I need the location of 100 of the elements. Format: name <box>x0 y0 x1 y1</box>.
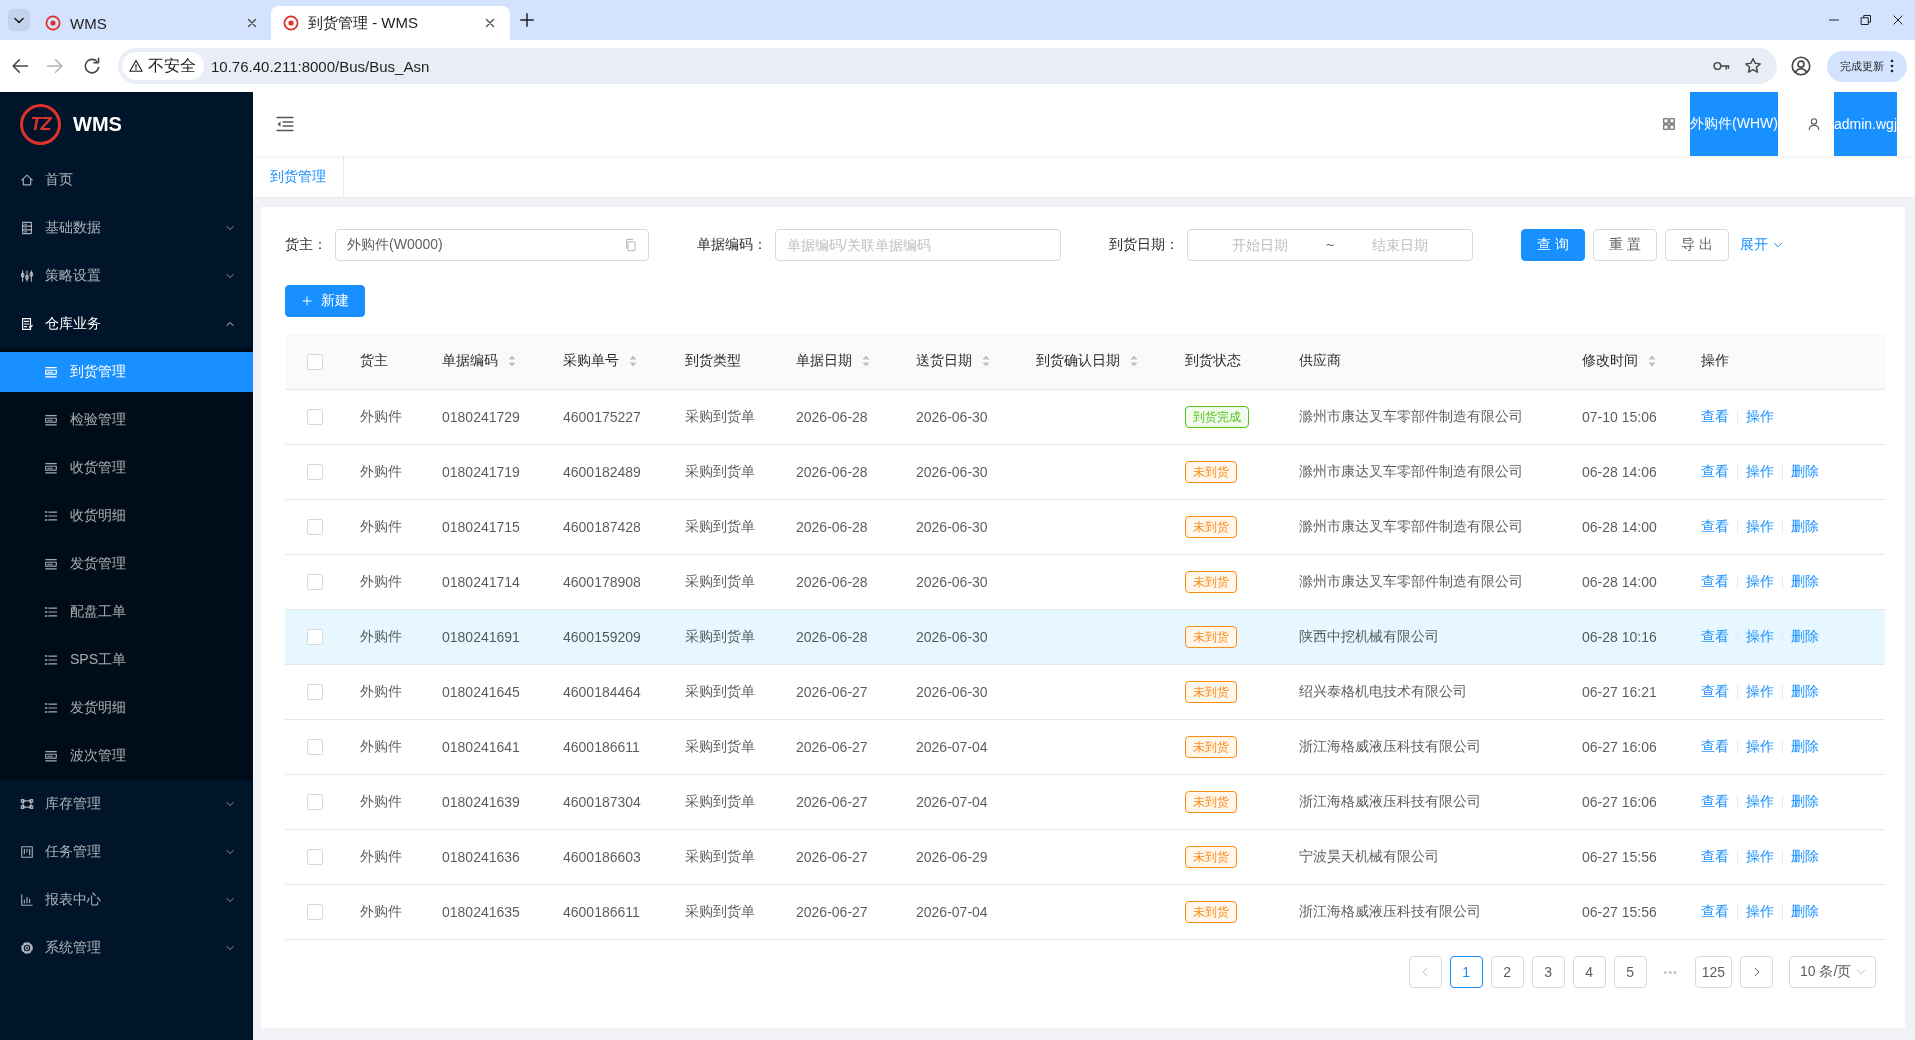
page-button[interactable]: 2 <box>1490 955 1524 988</box>
user-icon[interactable] <box>1806 117 1821 131</box>
submenu-item[interactable]: 波次管理 <box>0 736 253 776</box>
chevron-down-icon[interactable] <box>8 9 30 31</box>
next-page-button[interactable] <box>1740 955 1773 988</box>
row-checkbox[interactable] <box>306 574 323 591</box>
filter-button[interactable]: 重 置 <box>1592 229 1657 261</box>
update-button[interactable]: 完成更新 <box>1827 50 1907 82</box>
table-row[interactable]: 外购件 0180241715 4600187428 采购到货单 2026-06-28 2026-06-30 未到货 滁州市康达叉车零部件制造有限公司 06-28 14:00 查看 操作 删除 <box>285 499 1885 554</box>
address-bar[interactable]: 不安全 10.76.40.211:8000/Bus/Bus_Asn <box>118 48 1777 84</box>
page-button[interactable]: 4 <box>1572 955 1606 988</box>
submenu-item[interactable]: SPS工单 <box>0 640 253 680</box>
table-cell: 外购件 <box>344 499 426 554</box>
page-button[interactable]: 5 <box>1613 955 1647 988</box>
menu-item[interactable]: 首页 <box>0 160 253 200</box>
table-cell: 外购件 <box>344 774 426 829</box>
table-cell: 2026-06-30 <box>900 444 1020 499</box>
menu-item[interactable]: 报表中心 <box>0 880 253 920</box>
reload-icon[interactable] <box>82 56 102 76</box>
table-cell: 2026-07-04 <box>900 774 1020 829</box>
select-all-checkbox[interactable] <box>306 353 323 370</box>
table-row[interactable]: 外购件 0180241635 4600186611 采购到货单 2026-06-27 2026-07-04 未到货 浙江海格威液压科技有限公司 06-27 15:56 查看 操作 删除 <box>285 884 1885 939</box>
back-arrow-icon[interactable] <box>10 56 30 76</box>
restore-icon[interactable] <box>1860 14 1872 26</box>
menu-item[interactable]: 库存管理 <box>0 784 253 824</box>
table-row[interactable]: 外购件 0180241729 4600175227 采购到货单 2026-06-28 2026-06-30 到货完成 滁州市康达叉车零部件制造有限公司 07-10 15:06 查看 操作 <box>285 389 1885 444</box>
document-number-field[interactable]: 单据编码/关联单据编码 <box>775 229 1061 261</box>
table-row[interactable]: 外购件 0180241691 4600159209 采购到货单 2026-06-28 2026-06-30 未到货 陕西中挖机械有限公司 06-28 10:16 查看 操作 删除 <box>285 609 1885 664</box>
table-row[interactable]: 外购件 0180241636 4600186603 采购到货单 2026-06-27 2026-06-29 未到货 宁波昊天机械有限公司 06-27 15:56 查看 操作 删除 <box>285 829 1885 884</box>
menu-fold-icon[interactable] <box>276 115 294 133</box>
close-icon[interactable] <box>1892 14 1904 26</box>
submenu-item[interactable]: 收货管理 <box>0 448 253 488</box>
menu-item[interactable]: 策略设置 <box>0 256 253 296</box>
submenu-item[interactable]: 发货管理 <box>0 544 253 584</box>
menu-item[interactable]: 基础数据 <box>0 208 253 248</box>
row-checkbox[interactable] <box>306 519 323 536</box>
forward-arrow-icon[interactable] <box>45 56 65 76</box>
submenu-item[interactable]: 收货明细 <box>0 496 253 536</box>
sort-icon[interactable] <box>1130 354 1138 369</box>
sort-icon[interactable] <box>862 354 870 369</box>
table-row[interactable]: 外购件 0180241719 4600182489 采购到货单 2026-06-28 2026-06-30 未到货 滁州市康达叉车零部件制造有限公司 06-28 14:06 查看 操作 删除 <box>285 444 1885 499</box>
menu-item[interactable]: 任务管理 <box>0 832 253 872</box>
sort-icon[interactable] <box>629 354 637 369</box>
sort-icon[interactable] <box>982 354 990 369</box>
page-button[interactable]: 3 <box>1531 955 1565 988</box>
date-range-field[interactable]: 开始日期 ~ 结束日期 <box>1187 229 1473 261</box>
submenu-item[interactable]: 发货明细 <box>0 688 253 728</box>
table-row[interactable]: 外购件 0180241639 4600187304 采购到货单 2026-06-27 2026-07-04 未到货 浙江海格威液压科技有限公司 06-27 16:06 查看 操作 删除 <box>285 774 1885 829</box>
range-separator: ~ <box>1324 237 1336 253</box>
menu-item[interactable]: 系统管理 <box>0 928 253 968</box>
table-row[interactable]: 外购件 0180241641 4600186611 采购到货单 2026-06-27 2026-07-04 未到货 浙江海格威液压科技有限公司 06-27 16:06 查看 操作 删除 <box>285 719 1885 774</box>
row-checkbox[interactable] <box>306 739 323 756</box>
table-cell: 2026-06-27 <box>780 774 900 829</box>
end-date-field[interactable]: 结束日期 <box>1338 231 1461 259</box>
row-checkbox[interactable] <box>306 629 323 646</box>
field-label: 到货日期： <box>1109 236 1179 254</box>
row-checkbox[interactable] <box>306 904 323 921</box>
start-date-field[interactable]: 开始日期 <box>1199 231 1322 259</box>
sort-icon[interactable] <box>1648 354 1656 369</box>
grid-icon[interactable] <box>1662 117 1677 131</box>
owner-select-field[interactable]: 外购件(W0000) <box>335 229 649 261</box>
table-cell: 0180241714 <box>426 554 547 609</box>
page-size-select[interactable]: 10 条/页 <box>1789 955 1876 988</box>
row-checkbox[interactable] <box>306 409 323 426</box>
browser-tab[interactable]: WMS <box>34 6 269 40</box>
row-checkbox[interactable] <box>306 464 323 481</box>
column-header: 到货类型 <box>685 352 741 371</box>
row-checkbox[interactable] <box>306 684 323 701</box>
list-icon <box>44 605 58 619</box>
table-cell: 2026-07-04 <box>900 884 1020 939</box>
table-cell: 滁州市康达叉车零部件制造有限公司 <box>1283 389 1566 444</box>
plus-icon[interactable] <box>518 11 536 29</box>
column-header: 采购单号 <box>563 352 619 371</box>
board-icon <box>20 845 34 859</box>
row-checkbox[interactable] <box>306 849 323 866</box>
page-button[interactable]: 125 <box>1694 955 1732 988</box>
app-name: WMS <box>73 112 122 136</box>
table-cell: 滁州市康达叉车零部件制造有限公司 <box>1283 499 1566 554</box>
table-cell: 4600187428 <box>547 499 669 554</box>
table-cell: 滁州市康达叉车零部件制造有限公司 <box>1283 554 1566 609</box>
table-row[interactable]: 外购件 0180241714 4600178908 采购到货单 2026-06-28 2026-06-30 未到货 滁州市康达叉车零部件制造有限公司 06-28 14:00 查看 操作 删除 <box>285 554 1885 609</box>
sort-icon[interactable] <box>508 354 516 369</box>
bar-chart-icon <box>20 893 34 907</box>
security-chip[interactable]: 不安全 <box>122 52 204 80</box>
row-checkbox[interactable] <box>306 794 323 811</box>
table-cell: 2026-06-28 <box>780 444 900 499</box>
card-list-icon <box>44 749 58 763</box>
profile-icon[interactable] <box>1791 56 1811 76</box>
submenu-item[interactable]: 配盘工单 <box>0 592 253 632</box>
table-cell: 2026-06-27 <box>780 829 900 884</box>
table-cell: 2026-06-28 <box>780 499 900 554</box>
table-row[interactable]: 外购件 0180241645 4600184464 采购到货单 2026-06-27 2026-06-30 未到货 绍兴泰格机电技术有限公司 06-27 16:21 查看 操作 删除 <box>285 664 1885 719</box>
table-cell: 0180241636 <box>426 829 547 884</box>
table-cell: 采购到货单 <box>669 444 780 499</box>
browser-tab[interactable]: 到货管理 - WMS <box>271 6 510 40</box>
menu-item[interactable]: 仓库业务 <box>0 304 253 344</box>
star-icon[interactable] <box>1744 57 1762 75</box>
submenu-item[interactable]: 检验管理 <box>0 400 253 440</box>
table-cell: 06-27 15:56 <box>1566 829 1685 884</box>
filter-button[interactable]: 导 出 <box>1664 229 1729 261</box>
